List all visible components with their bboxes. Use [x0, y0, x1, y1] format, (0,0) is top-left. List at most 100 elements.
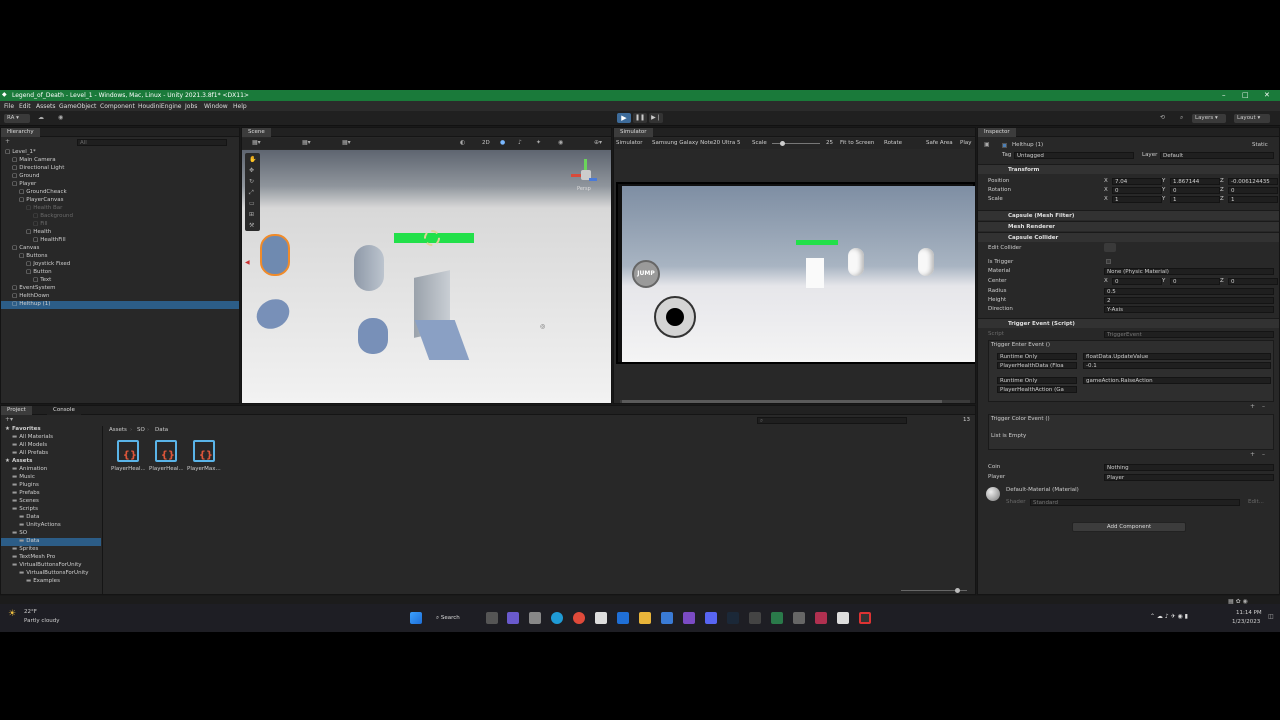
grid-icon[interactable]: ▦▾: [302, 140, 311, 146]
tag-dropdown[interactable]: Untagged: [1014, 152, 1134, 159]
simulator-scroll-thumb[interactable]: [622, 400, 942, 403]
project-folder[interactable]: ▬ Sprites: [1, 546, 101, 554]
2d-toggle[interactable]: 2D: [482, 140, 490, 146]
layer-dropdown[interactable]: Default: [1160, 152, 1274, 159]
capsule-object[interactable]: [354, 245, 384, 291]
shader-edit-button[interactable]: Edit...: [1248, 499, 1264, 505]
project-folder[interactable]: ▬ Data: [1, 538, 101, 546]
rect-tool-icon[interactable]: ▭: [249, 201, 255, 207]
direction-dropdown[interactable]: Y-Axis: [1104, 306, 1274, 313]
project-folder[interactable]: ▬ Scripts: [1, 506, 101, 514]
hierarchy-item[interactable]: ▢ Text: [1, 277, 239, 285]
rotate-button[interactable]: Rotate: [884, 140, 902, 146]
transform-tool-icon[interactable]: ⊞: [249, 212, 254, 218]
device-screen[interactable]: JUMP: [616, 182, 975, 364]
menu-window[interactable]: Window: [204, 103, 228, 110]
remove-listener-icon[interactable]: –: [1262, 404, 1265, 410]
minimize-icon[interactable]: –: [1222, 91, 1226, 99]
hierarchy-item[interactable]: ▢ Helthup (1): [1, 301, 239, 309]
hierarchy-item[interactable]: ▢ EventSystem: [1, 285, 239, 293]
explorer-icon[interactable]: [639, 612, 651, 624]
add-component-button[interactable]: Add Component: [1072, 522, 1186, 532]
hierarchy-item[interactable]: ▢ Fill: [1, 221, 239, 229]
snap-icon[interactable]: ▦▾: [342, 140, 351, 146]
sim-mode-dropdown[interactable]: Simulator: [616, 140, 643, 146]
search-icon[interactable]: ⌕: [1180, 115, 1183, 121]
object-field-1[interactable]: PlayerHealthData (Floa: [997, 362, 1077, 369]
joystick-handle[interactable]: [666, 308, 684, 326]
project-folder[interactable]: ▬ TextMesh Pro: [1, 554, 101, 562]
app-icon-1[interactable]: [683, 612, 695, 624]
menu-jobs[interactable]: Jobs: [185, 103, 197, 110]
icon-size-slider[interactable]: [901, 588, 967, 593]
layout-dropdown[interactable]: Layout ▾: [1234, 114, 1270, 123]
project-folder[interactable]: ★ Assets: [1, 458, 101, 466]
account-dropdown[interactable]: RA ▾: [4, 114, 30, 123]
add-icon[interactable]: +: [5, 139, 10, 145]
static-toggle[interactable]: Static: [1252, 142, 1268, 148]
settings-icon[interactable]: [529, 612, 541, 624]
hierarchy-item[interactable]: ▢ Button: [1, 269, 239, 277]
store-icon[interactable]: [595, 612, 607, 624]
method-dropdown-2[interactable]: gameAction.RaiseAction: [1083, 377, 1271, 384]
hierarchy-item[interactable]: ▢ Canvas: [1, 245, 239, 253]
project-folder[interactable]: ▬ Examples: [1, 578, 101, 586]
tray-icons[interactable]: ⌃ ☁ ♪ ✈ ◉ ▮: [1150, 614, 1188, 620]
is-trigger-checkbox[interactable]: [1106, 259, 1111, 264]
tab-console[interactable]: Console: [47, 406, 81, 415]
maximize-icon[interactable]: □: [1242, 91, 1249, 99]
menu-file[interactable]: File: [4, 103, 14, 110]
add-listener-icon[interactable]: +: [1250, 404, 1255, 410]
hierarchy-item[interactable]: ▢ Ground: [1, 173, 239, 181]
mesh-filter-header[interactable]: Capsule (Mesh Filter): [978, 210, 1279, 220]
capsule-collider-header[interactable]: Capsule Collider: [978, 232, 1279, 242]
history-icon[interactable]: ⟲: [1160, 115, 1165, 121]
scale-slider[interactable]: [772, 141, 820, 146]
fit-to-screen-button[interactable]: Fit to Screen: [840, 140, 874, 146]
light-icon[interactable]: ●: [500, 140, 505, 146]
tab-scene[interactable]: Scene: [242, 128, 271, 137]
unity-hub-icon[interactable]: [793, 612, 805, 624]
project-folder[interactable]: ▬ UnityActions: [1, 522, 101, 530]
gizmos-icon[interactable]: ⊕▾: [594, 140, 602, 146]
hierarchy-item[interactable]: ▢ Level_1*: [1, 149, 239, 157]
tab-hierarchy[interactable]: Hierarchy: [1, 128, 40, 137]
weather-text[interactable]: Partly cloudy: [24, 618, 60, 624]
hierarchy-item[interactable]: ▢ Main Camera: [1, 157, 239, 165]
rotate-tool-icon[interactable]: ↻: [249, 179, 254, 185]
hierarchy-item[interactable]: ▢ Health: [1, 229, 239, 237]
object-field-2[interactable]: PlayerHealthAction (Ga: [997, 386, 1077, 393]
shader-dropdown[interactable]: Standard: [1030, 499, 1240, 506]
clock-date[interactable]: 1/23/2023: [1232, 619, 1260, 625]
material-field[interactable]: None (Physic Material): [1104, 268, 1274, 275]
position-y-field[interactable]: 1.867144: [1170, 178, 1220, 185]
hierarchy-item[interactable]: ▢ Joystick Fixed: [1, 261, 239, 269]
effects-icon[interactable]: ✦: [536, 140, 541, 146]
asset-item[interactable]: {} PlayerHeal...: [149, 440, 183, 474]
add-color-listener-icon[interactable]: +: [1250, 452, 1255, 458]
close-icon[interactable]: ✕: [1264, 91, 1270, 99]
scale-z-field[interactable]: 1: [1228, 196, 1278, 203]
task-view-icon[interactable]: [486, 612, 498, 624]
mesh-renderer-header[interactable]: Mesh Renderer: [978, 221, 1279, 231]
selected-capsule[interactable]: [260, 234, 290, 276]
tab-inspector[interactable]: Inspector: [978, 128, 1016, 137]
asset-item[interactable]: {} PlayerHeal...: [111, 440, 145, 474]
app-icon-5[interactable]: [859, 612, 871, 624]
project-folder[interactable]: ▬ VirtualButtonsForUnity: [1, 570, 101, 578]
project-folder[interactable]: ▬ Music: [1, 474, 101, 482]
center-z-field[interactable]: 0: [1228, 278, 1278, 285]
scale-slider-thumb[interactable]: [780, 141, 785, 146]
vs-icon[interactable]: [661, 612, 673, 624]
joystick[interactable]: [654, 296, 696, 338]
discord-icon[interactable]: [705, 612, 717, 624]
radius-field[interactable]: 0.5: [1104, 288, 1274, 295]
steam-icon[interactable]: [727, 612, 739, 624]
cloud-icon[interactable]: ☁: [38, 115, 44, 121]
scale-tool-icon[interactable]: ⤢: [249, 190, 254, 196]
add-asset-icon[interactable]: +▾: [5, 417, 13, 423]
clock-time[interactable]: 11:14 PM: [1236, 610, 1262, 616]
start-icon[interactable]: [410, 612, 422, 624]
rotation-x-field[interactable]: 0: [1112, 187, 1162, 194]
draw-mode-icon[interactable]: ▦▾: [252, 140, 261, 146]
